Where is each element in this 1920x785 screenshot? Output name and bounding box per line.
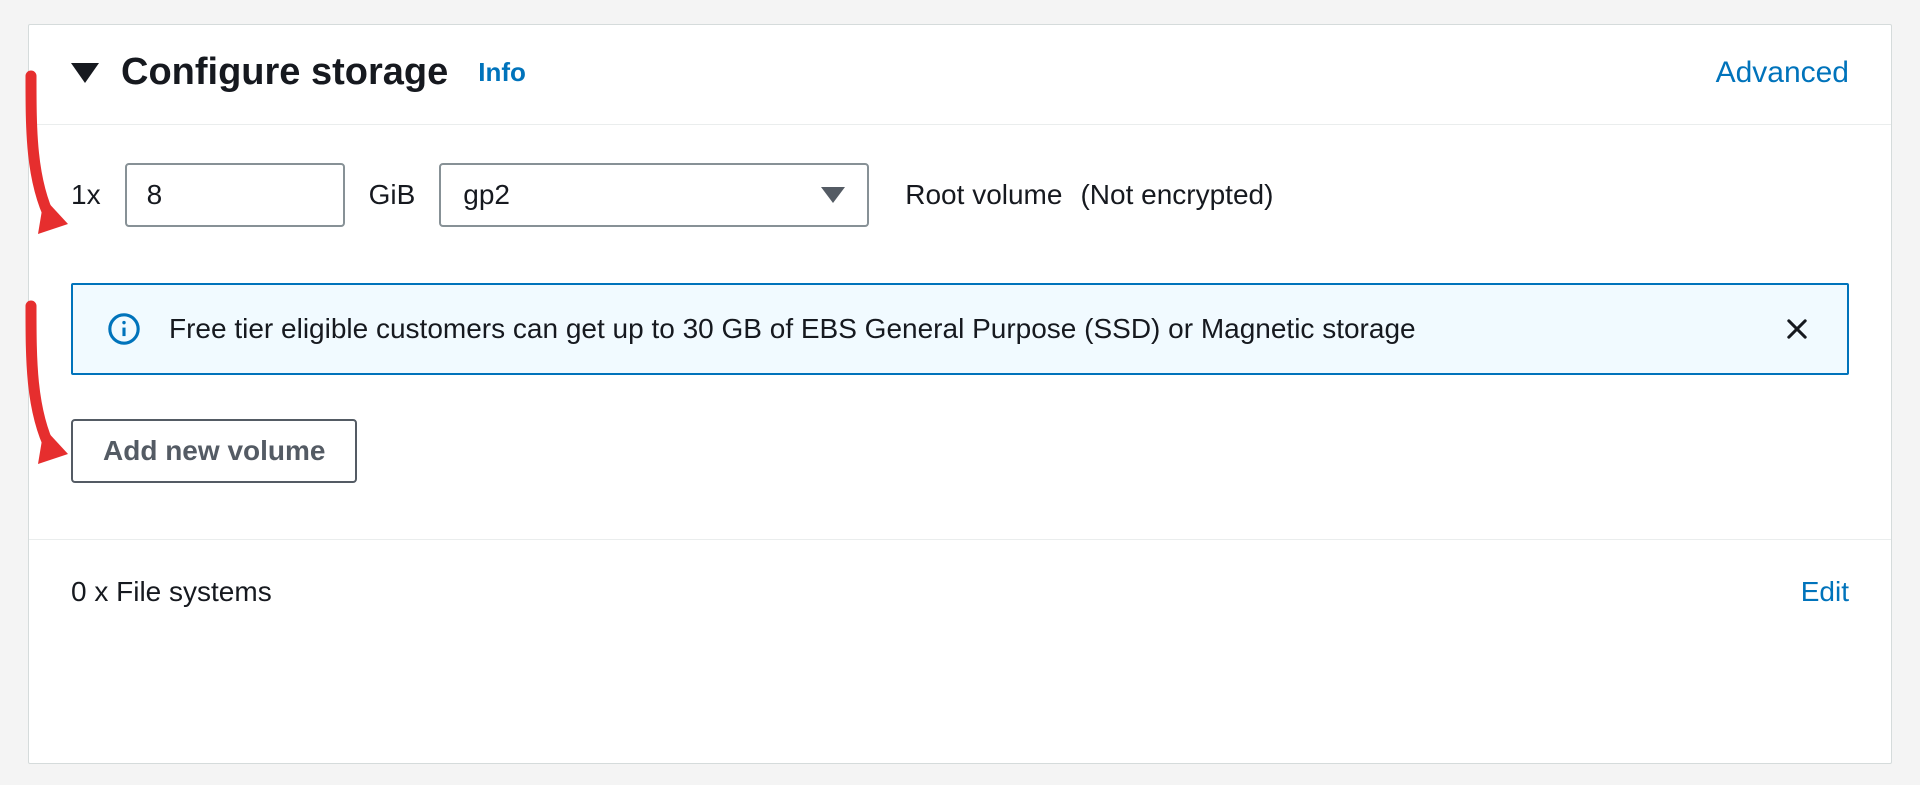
info-banner-content: Free tier eligible customers can get up … [107,311,1416,347]
edit-file-systems-link[interactable]: Edit [1801,576,1849,608]
info-link[interactable]: Info [478,57,526,88]
advanced-link[interactable]: Advanced [1716,56,1849,90]
volume-size-input[interactable] [125,163,345,227]
volume-type-select[interactable]: gp2 [439,163,869,227]
file-systems-summary: 0 x File systems [71,576,272,608]
file-systems-row: 0 x File systems Edit [29,540,1891,644]
add-new-volume-button[interactable]: Add new volume [71,419,357,483]
panel-title: Configure storage [121,51,448,94]
chevron-down-icon [821,187,845,203]
volume-name-label: Root volume [905,179,1062,211]
collapse-caret-icon[interactable] [71,63,99,83]
volume-quantity-label: 1x [71,179,101,211]
volume-encryption-label: (Not encrypted) [1080,179,1273,211]
panel-header: Configure storage Info Advanced [29,25,1891,125]
free-tier-info-banner: Free tier eligible customers can get up … [71,283,1849,375]
panel-body: 1x GiB gp2 Root volume (Not encrypted) [29,125,1891,483]
volume-description: Root volume (Not encrypted) [905,179,1273,211]
configure-storage-panel: Configure storage Info Advanced 1x GiB g… [28,24,1892,764]
panel-header-left: Configure storage Info [71,51,526,94]
info-icon [107,312,141,346]
root-volume-row: 1x GiB gp2 Root volume (Not encrypted) [71,163,1849,227]
info-banner-text: Free tier eligible customers can get up … [169,311,1416,347]
close-banner-button[interactable] [1781,313,1813,345]
volume-type-value: gp2 [463,179,510,211]
